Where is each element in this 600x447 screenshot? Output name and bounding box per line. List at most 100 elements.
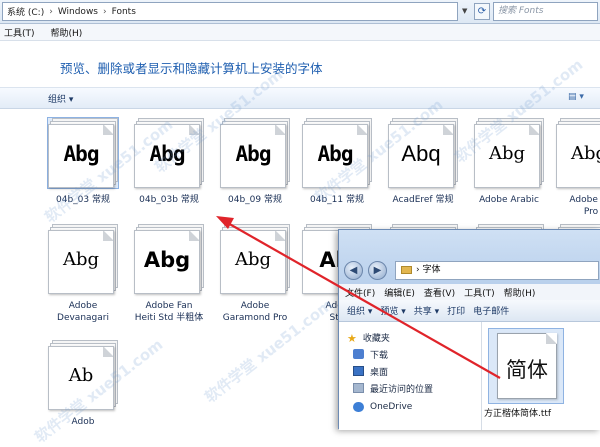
font-sample-text: Ab <box>68 365 94 386</box>
breadcrumb-fonts[interactable]: Fonts <box>112 7 136 17</box>
font-sample-text: Abg <box>317 142 354 166</box>
page-fold <box>275 231 285 241</box>
explorer-toolbar: 组织 ▾ 预览 ▾ 共享 ▾ 打印 电子邮件 <box>339 300 600 322</box>
page-fold <box>529 125 539 135</box>
address-bar[interactable]: 系统 (C:) › Windows › Fonts <box>2 2 458 21</box>
font-tile[interactable]: Abg 04b_09 常规 <box>216 118 294 206</box>
page-fold <box>189 125 199 135</box>
page-front: Abg <box>134 230 200 294</box>
explorer-menu-bar: 文件(F) 编辑(E) 查看(V) 工具(T) 帮助(H) <box>339 284 600 300</box>
breadcrumb-fonts-folder[interactable]: 字体 <box>422 265 440 275</box>
breadcrumb-drive[interactable]: 系统 (C:) <box>7 5 44 18</box>
preview-button[interactable]: 预览 ▾ <box>380 304 405 317</box>
share-button[interactable]: 共享 ▾ <box>414 304 439 317</box>
font-preview-icon: Abg <box>134 118 204 188</box>
font-preview-icon: Abg <box>302 118 372 188</box>
breadcrumb-separator-icon: › <box>103 6 107 17</box>
page-front: Abg <box>302 124 368 188</box>
font-tile[interactable]: Abg Adobe Arabic <box>470 118 548 206</box>
menu-view[interactable]: 查看(V) <box>424 286 455 299</box>
font-sample-text: Abq <box>401 141 441 166</box>
file-area: 简体 方正楷体简体.ttf <box>482 322 600 430</box>
page-title: 预览、删除或者显示和隐藏计算机上安装的字体 <box>60 61 323 76</box>
font-preview-icon: Abq <box>388 118 458 188</box>
star-icon: ★ <box>347 332 357 345</box>
font-name-label: Adob <box>71 417 95 427</box>
search-input[interactable]: 搜索 Fonts <box>493 2 598 21</box>
breadcrumb-windows[interactable]: Windows <box>58 7 98 17</box>
print-button[interactable]: 打印 <box>447 304 465 317</box>
view-options-button[interactable]: ▤ ▾ <box>568 92 584 102</box>
font-tile[interactable]: Abg 04b_03 常规 <box>44 117 122 206</box>
nav-item-recent[interactable]: 最近访问的位置 <box>353 381 433 395</box>
command-toolbar: 组织 ▾ ▤ ▾ <box>0 87 600 109</box>
menu-file[interactable]: 文件(F) <box>345 286 375 299</box>
font-tile[interactable]: Abg 04b_03b 常规 <box>130 118 208 206</box>
font-sample-text: Abg <box>143 248 191 272</box>
menu-help[interactable]: 帮助(H) <box>51 26 83 39</box>
nav-item-favorites[interactable]: ★ 收藏夹 <box>347 330 390 345</box>
menu-tools[interactable]: 工具(T) <box>4 26 35 39</box>
nav-label: 下载 <box>370 350 389 361</box>
nav-label: 最近访问的位置 <box>370 384 434 395</box>
font-name-label: Adobe CaPro <box>569 195 600 217</box>
page-fold <box>357 125 367 135</box>
address-dropdown-icon[interactable]: ▼ <box>462 3 472 20</box>
font-tile[interactable]: Abg Adobe Fan Heiti Std 半粗体 <box>130 224 208 324</box>
nav-label: 桌面 <box>370 367 389 378</box>
back-arrow-icon[interactable]: ◀ <box>344 261 363 280</box>
font-tile[interactable]: Abq AcadEref 常规 <box>384 118 462 206</box>
font-file-item[interactable]: 简体 <box>488 328 564 404</box>
font-name-label: 04b_03b 常规 <box>139 195 199 205</box>
menu-help[interactable]: 帮助(H) <box>504 286 536 299</box>
nav-item-downloads[interactable]: 下载 <box>353 347 388 361</box>
font-name-label: 04b_03 常规 <box>56 195 110 205</box>
breadcrumb-separator-icon: › <box>49 6 53 17</box>
page-fold <box>103 347 113 357</box>
menu-tools[interactable]: 工具(T) <box>464 286 495 299</box>
font-sample-text: Abg <box>234 249 272 270</box>
menu-bar: 工具(T) 帮助(H) <box>0 24 600 41</box>
navigation-pane: ★ 收藏夹 下载 桌面 最近访问的位置 OneDrive <box>339 322 482 430</box>
font-tile[interactable]: Abg Adobe Devanagari <box>44 224 122 324</box>
font-preview-icon: Abg <box>47 117 119 189</box>
font-file-name[interactable]: 方正楷体简体.ttf <box>484 406 600 419</box>
explorer-window: ◀ ▶ › 字体 文件(F) 编辑(E) 查看(V) 工具(T) 帮助(H) 组… <box>338 229 600 430</box>
font-preview-icon: Abg <box>134 224 204 294</box>
page-fold <box>189 231 199 241</box>
page-front: Abg <box>48 124 114 188</box>
font-tile[interactable]: Abg Adobe Garamond Pro <box>216 224 294 324</box>
organize-button[interactable]: 组织 ▾ <box>347 304 372 317</box>
desktop-icon <box>353 366 364 376</box>
font-sample-text: Abg <box>63 142 100 166</box>
nav-label: OneDrive <box>370 402 413 412</box>
address-bar-area: 系统 (C:) › Windows › Fonts ▼ ⟳ 搜索 Fonts <box>0 0 600 24</box>
organize-button[interactable]: 组织 ▾ <box>48 92 73 105</box>
nav-item-onedrive[interactable]: OneDrive <box>353 400 412 414</box>
font-sample-text: Abg <box>62 249 100 270</box>
explorer-address-bar[interactable]: › 字体 <box>395 261 599 280</box>
font-tile[interactable]: Abg 04b_11 常规 <box>298 118 376 206</box>
forward-arrow-icon[interactable]: ▶ <box>368 261 387 280</box>
font-tile[interactable]: Ab Adob <box>44 340 122 428</box>
font-tile[interactable]: Abg Adobe CaPro <box>552 118 600 218</box>
font-sample-text: Abg <box>235 142 272 166</box>
refresh-icon[interactable]: ⟳ <box>474 3 490 20</box>
page-front: Abq <box>388 124 454 188</box>
font-preview-icon: Abg <box>220 224 290 294</box>
font-preview-icon: Abg <box>220 118 290 188</box>
page-front: Abg <box>134 124 200 188</box>
recent-places-icon <box>353 383 364 393</box>
page-fold <box>443 125 453 135</box>
page-front: Abg <box>474 124 540 188</box>
menu-edit[interactable]: 编辑(E) <box>384 286 415 299</box>
cloud-icon <box>353 402 364 412</box>
font-name-label: 04b_11 常规 <box>310 195 364 205</box>
page-front: Abg <box>556 124 600 188</box>
folder-icon <box>401 265 412 274</box>
font-name-label: Adobe Devanagari <box>57 301 109 323</box>
page-fold <box>103 231 113 241</box>
email-button[interactable]: 电子邮件 <box>473 304 509 317</box>
font-name-label: Adobe Arabic <box>479 195 539 205</box>
nav-item-desktop[interactable]: 桌面 <box>353 364 388 378</box>
